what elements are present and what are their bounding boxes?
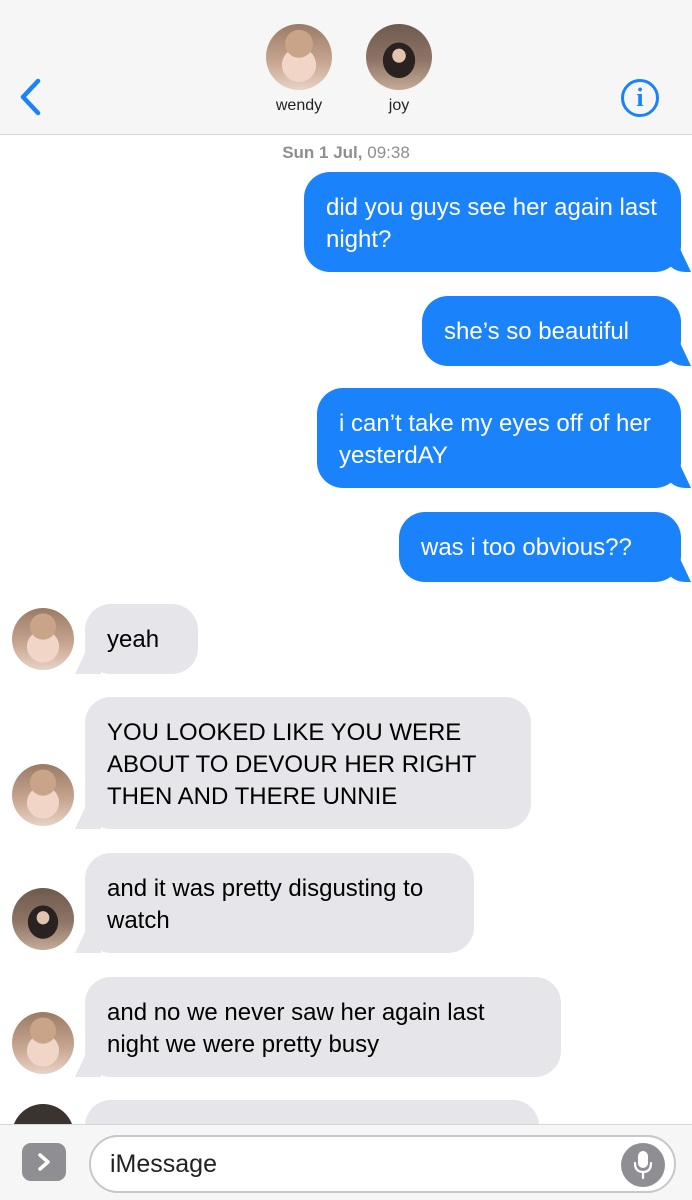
message-text: i can’t take my eyes off of her yesterdA… <box>339 410 651 469</box>
contact-name: joy <box>388 97 410 114</box>
avatar <box>266 24 332 90</box>
chevron-left-icon <box>20 78 41 116</box>
sent-message-bubble[interactable]: she’s so beautiful <box>422 296 681 366</box>
avatar <box>12 888 74 950</box>
received-message-bubble[interactable]: and no we never saw her again last night… <box>85 977 561 1077</box>
received-message-bubble[interactable]: YOU LOOKED LIKE YOU WERE ABOUT TO DEVOUR… <box>85 697 531 829</box>
info-button[interactable]: i <box>621 79 659 117</box>
message-text: she’s so beautiful <box>444 318 630 345</box>
avatar <box>12 1012 74 1074</box>
contact-wendy[interactable]: wendy <box>259 24 339 115</box>
microphone-button[interactable] <box>621 1143 665 1187</box>
message-text: was i too obvious?? <box>421 534 632 561</box>
avatar <box>366 24 432 90</box>
message-text: and it was pretty disgusting to watch <box>107 875 424 934</box>
contact-name: wendy <box>275 97 323 114</box>
message-text: YOU LOOKED LIKE YOU WERE ABOUT TO DEVOUR… <box>107 719 476 810</box>
microphone-icon <box>633 1151 653 1180</box>
message-composer: iMessage <box>0 1124 692 1200</box>
info-icon: i <box>636 83 644 112</box>
apps-button[interactable] <box>22 1143 66 1181</box>
conversation-header: wendy joy i <box>0 0 692 135</box>
contact-joy[interactable]: joy <box>359 24 439 115</box>
timestamp-time: 09:38 <box>367 143 410 162</box>
received-message-bubble[interactable]: yeah <box>85 604 198 674</box>
received-message-bubble[interactable]: and it was pretty disgusting to watch <box>85 853 474 953</box>
back-button[interactable] <box>14 74 54 120</box>
avatar <box>12 764 74 826</box>
timestamp-day: Sun 1 Jul, <box>282 143 363 162</box>
timestamp: Sun 1 Jul, 09:38 <box>0 143 692 163</box>
sent-message-bubble[interactable]: was i too obvious?? <box>399 512 681 582</box>
message-text: and no we never saw her again last night… <box>107 999 485 1058</box>
chevron-right-icon <box>38 1153 50 1171</box>
sent-message-bubble[interactable]: i can’t take my eyes off of her yesterdA… <box>317 388 681 488</box>
input-placeholder: iMessage <box>110 1150 217 1178</box>
imessage-input[interactable]: iMessage <box>89 1135 676 1193</box>
sent-message-bubble[interactable]: did you guys see her again last night? <box>304 172 681 272</box>
message-text: yeah <box>107 626 160 653</box>
message-text: did you guys see her again last night? <box>326 194 657 253</box>
avatar <box>12 608 74 670</box>
